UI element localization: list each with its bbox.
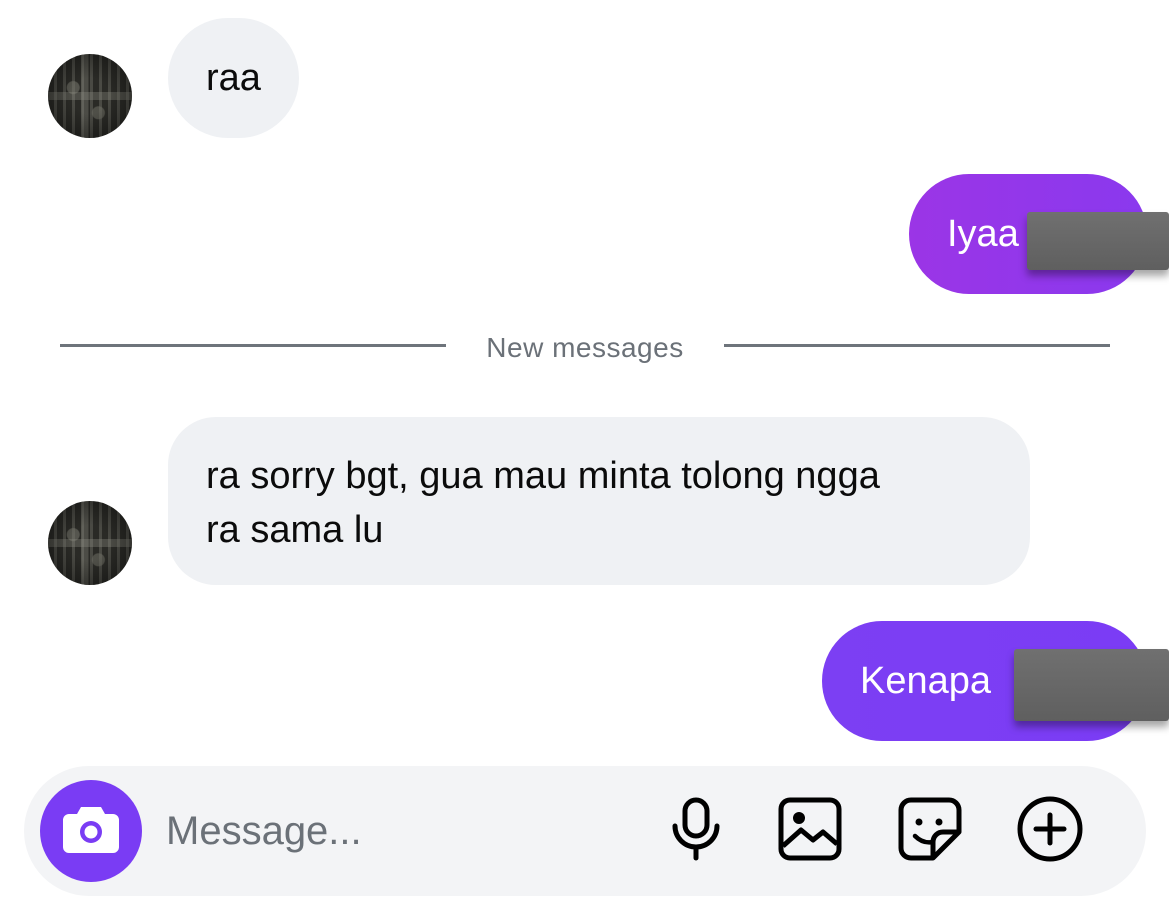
camera-button[interactable] — [40, 780, 142, 882]
new-messages-divider: New messages — [486, 332, 684, 363]
more-options-button[interactable] — [1014, 795, 1086, 867]
sender-avatar[interactable] — [48, 54, 132, 138]
sticker-button[interactable] — [894, 795, 966, 867]
message-text: ra sorry bgt, gua mau minta tolong ngga … — [206, 455, 880, 551]
redaction-block — [1027, 212, 1169, 270]
sticker-icon — [897, 796, 963, 867]
divider-line-left — [60, 344, 446, 347]
incoming-message-bubble[interactable]: raa — [168, 18, 299, 138]
sender-avatar[interactable] — [48, 501, 132, 585]
image-icon — [777, 796, 843, 867]
plus-circle-icon — [1016, 795, 1084, 868]
message-text: Iyaa — [947, 213, 1019, 255]
incoming-message-bubble[interactable]: ra sorry bgt, gua mau minta tolong ngga … — [168, 417, 1030, 585]
voice-message-button[interactable] — [660, 795, 732, 867]
message-input[interactable] — [166, 800, 626, 862]
message-text: Kenapa — [860, 660, 992, 702]
message-text: raa — [206, 57, 261, 99]
camera-icon — [61, 803, 121, 860]
message-composer — [24, 766, 1146, 896]
gallery-button[interactable] — [774, 795, 846, 867]
divider-line-right — [724, 344, 1110, 347]
microphone-icon — [668, 796, 724, 867]
redaction-block — [1014, 649, 1169, 721]
chat-screen: raa Iyaa New messages ra sorry bgt, gua … — [0, 0, 1169, 907]
